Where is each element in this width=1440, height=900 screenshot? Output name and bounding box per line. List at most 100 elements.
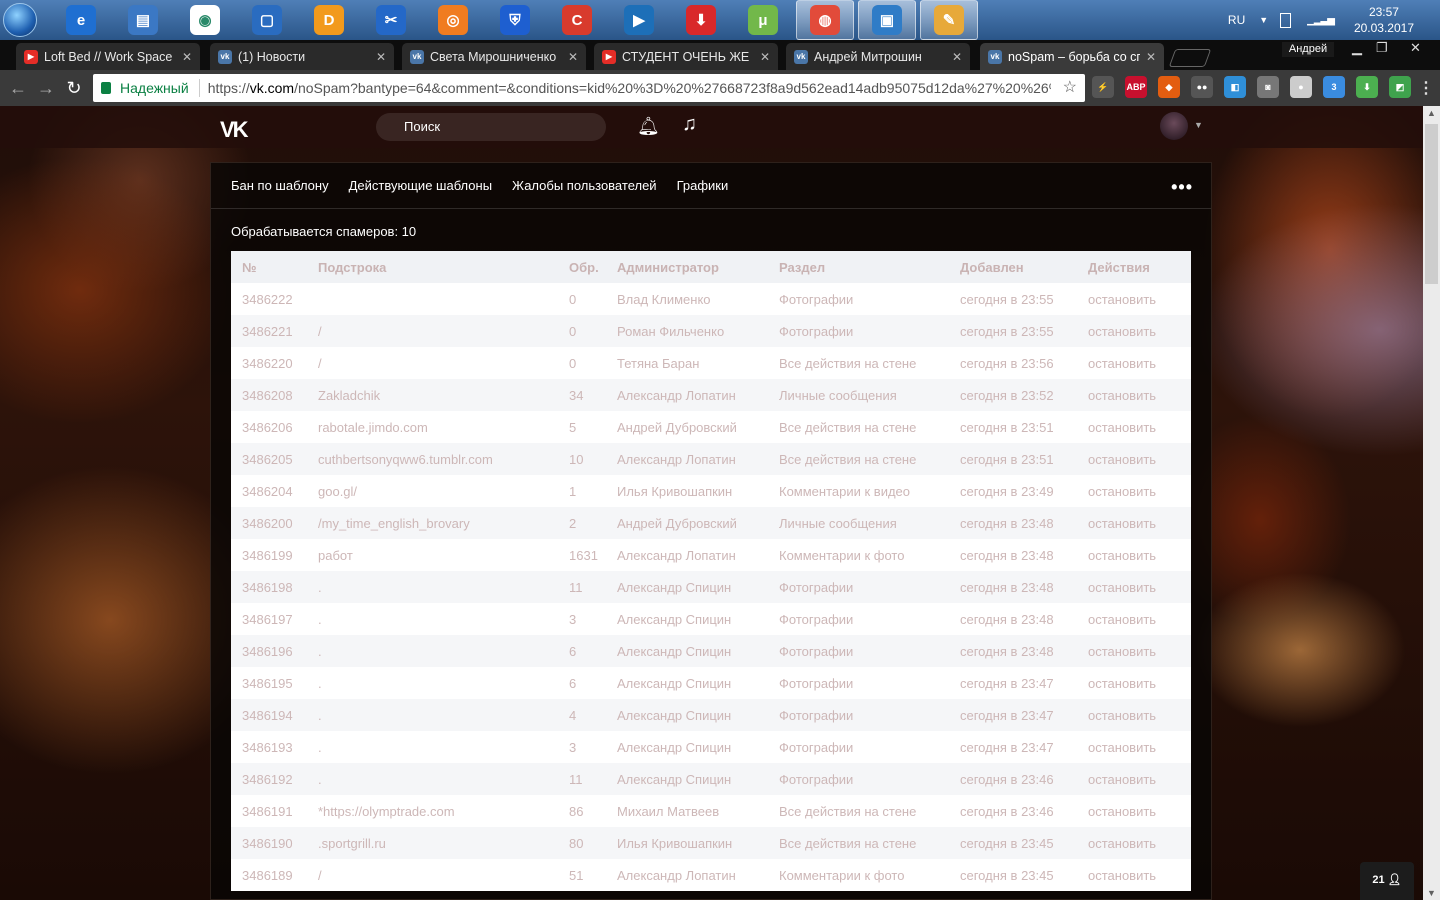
row-number[interactable]: 3486221	[231, 315, 307, 347]
online-friends-button[interactable]: 21 👤︎	[1360, 862, 1414, 900]
vk-logo-icon[interactable]: VK	[220, 117, 249, 143]
back-icon[interactable]: ←	[4, 78, 32, 99]
stop-link[interactable]: остановить	[1077, 283, 1191, 315]
circle-ext-icon[interactable]: ●	[1290, 76, 1312, 98]
stop-link[interactable]: остановить	[1077, 571, 1191, 603]
close-window-icon[interactable]: ✕	[1410, 40, 1421, 56]
row-admin[interactable]: Александр Спицин	[606, 635, 768, 667]
row-admin[interactable]: Александр Спицин	[606, 731, 768, 763]
row-number[interactable]: 3486198	[231, 571, 307, 603]
green-ext-icon[interactable]: ◩	[1389, 76, 1411, 98]
taskbar-app[interactable]: ◎	[422, 0, 484, 40]
stop-link[interactable]: остановить	[1077, 315, 1191, 347]
bell-icon[interactable]: 🔔︎	[637, 116, 660, 137]
tab-charts[interactable]: Графики	[677, 178, 729, 193]
stop-link[interactable]: остановить	[1077, 603, 1191, 635]
language-indicator[interactable]: RU	[1228, 13, 1245, 27]
taskbar-app[interactable]: ◉	[174, 0, 236, 40]
row-admin[interactable]: Александр Спицин	[606, 571, 768, 603]
taskbar-app[interactable]: ⛨	[484, 0, 546, 40]
row-number[interactable]: 3486190	[231, 827, 307, 859]
row-number[interactable]: 3486194	[231, 699, 307, 731]
row-admin[interactable]: Андрей Дубровский	[606, 411, 768, 443]
row-number[interactable]: 3486204	[231, 475, 307, 507]
row-number[interactable]: 3486196	[231, 635, 307, 667]
network-signal-icon[interactable]: ▁▂▃▅	[1307, 15, 1335, 26]
browser-tab[interactable]: vk Света Мирошниченко ✕	[402, 43, 586, 70]
row-admin[interactable]: Александр Спицин	[606, 603, 768, 635]
bookmark-star-icon[interactable]: ☆	[1063, 77, 1077, 97]
row-admin[interactable]: Влад Клименко	[606, 283, 768, 315]
chevron-down-icon[interactable]: ▼	[1194, 120, 1203, 130]
url-text[interactable]: https://vk.com/noSpam?bantype=64&comment…	[208, 80, 1051, 96]
stop-link[interactable]: остановить	[1077, 635, 1191, 667]
minimize-icon[interactable]: ▁	[1352, 40, 1362, 56]
tab-active-templates[interactable]: Действующие шаблоны	[349, 178, 492, 193]
reload-icon[interactable]: ↻	[60, 78, 88, 99]
clock[interactable]: 23:57 20.03.2017	[1354, 4, 1414, 36]
taskbar-app[interactable]: ▣	[858, 0, 916, 40]
stop-link[interactable]: остановить	[1077, 411, 1191, 443]
close-tab-icon[interactable]: ✕	[1146, 50, 1156, 64]
people-ext-icon[interactable]: ●●	[1191, 76, 1213, 98]
close-tab-icon[interactable]: ✕	[568, 50, 578, 64]
music-icon[interactable]: ♫	[682, 113, 697, 136]
row-admin[interactable]: Михаил Матвеев	[606, 795, 768, 827]
stop-link[interactable]: остановить	[1077, 539, 1191, 571]
browser-tab[interactable]: ▶ СТУДЕНТ ОЧЕНЬ ЖЕ ✕	[594, 43, 778, 70]
taskbar-app[interactable]: ▢	[236, 0, 298, 40]
stop-link[interactable]: остановить	[1077, 859, 1191, 891]
camera-ext-icon[interactable]: ◙	[1257, 76, 1279, 98]
tab-user-complaints[interactable]: Жалобы пользователей	[512, 178, 657, 193]
taskbar-app[interactable]: C	[546, 0, 608, 40]
row-admin[interactable]: Тетяна Баран	[606, 347, 768, 379]
forward-icon[interactable]: →	[32, 78, 60, 99]
taskbar-app[interactable]: ▶	[608, 0, 670, 40]
page-scrollbar[interactable]: ▲ ▼	[1423, 106, 1440, 900]
restore-icon[interactable]: ❐	[1376, 40, 1388, 56]
stop-link[interactable]: остановить	[1077, 443, 1191, 475]
stop-link[interactable]: остановить	[1077, 763, 1191, 795]
row-admin[interactable]: Александр Спицин	[606, 699, 768, 731]
row-number[interactable]: 3486200	[231, 507, 307, 539]
row-number[interactable]: 3486199	[231, 539, 307, 571]
stop-link[interactable]: остановить	[1077, 379, 1191, 411]
address-bar[interactable]: Надежный https://vk.com/noSpam?bantype=6…	[93, 74, 1085, 102]
taskbar-app[interactable]: μ	[732, 0, 794, 40]
stop-link[interactable]: остановить	[1077, 827, 1191, 859]
browser-tab[interactable]: ▶ Loft Bed // Work Space ✕	[16, 43, 200, 70]
row-number[interactable]: 3486191	[231, 795, 307, 827]
taskbar-app[interactable]: D	[298, 0, 360, 40]
close-tab-icon[interactable]: ✕	[376, 50, 386, 64]
tab-ban-by-template[interactable]: Бан по шаблону	[231, 178, 329, 193]
avatar[interactable]	[1160, 112, 1188, 140]
cube-ext-icon[interactable]: 3	[1323, 76, 1345, 98]
browser-tab[interactable]: vk (1) Новости ✕	[210, 43, 394, 70]
row-number[interactable]: 3486205	[231, 443, 307, 475]
scroll-down-icon[interactable]: ▼	[1427, 888, 1436, 898]
row-number[interactable]: 3486192	[231, 763, 307, 795]
row-number[interactable]: 3486195	[231, 667, 307, 699]
stop-link[interactable]: остановить	[1077, 667, 1191, 699]
row-admin[interactable]: Илья Кривошапкин	[606, 475, 768, 507]
row-number[interactable]: 3486220	[231, 347, 307, 379]
fox-ext-icon[interactable]: ◆	[1158, 76, 1180, 98]
row-admin[interactable]: Александр Лопатин	[606, 859, 768, 891]
row-admin[interactable]: Александр Лопатин	[606, 539, 768, 571]
row-admin[interactable]: Александр Спицин	[606, 667, 768, 699]
taskbar-app[interactable]: ◍	[796, 0, 854, 40]
taskbar-app[interactable]: ⬇	[670, 0, 732, 40]
adblock-ext-icon[interactable]: ABP	[1125, 76, 1147, 98]
row-number[interactable]: 3486189	[231, 859, 307, 891]
row-number[interactable]: 3486222	[231, 283, 307, 315]
browser-tab[interactable]: vk Андрей Митрошин ✕	[786, 43, 970, 70]
stop-link[interactable]: остановить	[1077, 699, 1191, 731]
bolt-ext-icon[interactable]: ⚡	[1092, 76, 1114, 98]
row-admin[interactable]: Илья Кривошапкин	[606, 827, 768, 859]
row-admin[interactable]: Роман Фильченко	[606, 315, 768, 347]
scroll-up-icon[interactable]: ▲	[1427, 108, 1436, 118]
row-number[interactable]: 3486208	[231, 379, 307, 411]
row-number[interactable]: 3486193	[231, 731, 307, 763]
row-admin[interactable]: Александр Лопатин	[606, 379, 768, 411]
chrome-menu-icon[interactable]: ⋮	[1418, 78, 1434, 98]
